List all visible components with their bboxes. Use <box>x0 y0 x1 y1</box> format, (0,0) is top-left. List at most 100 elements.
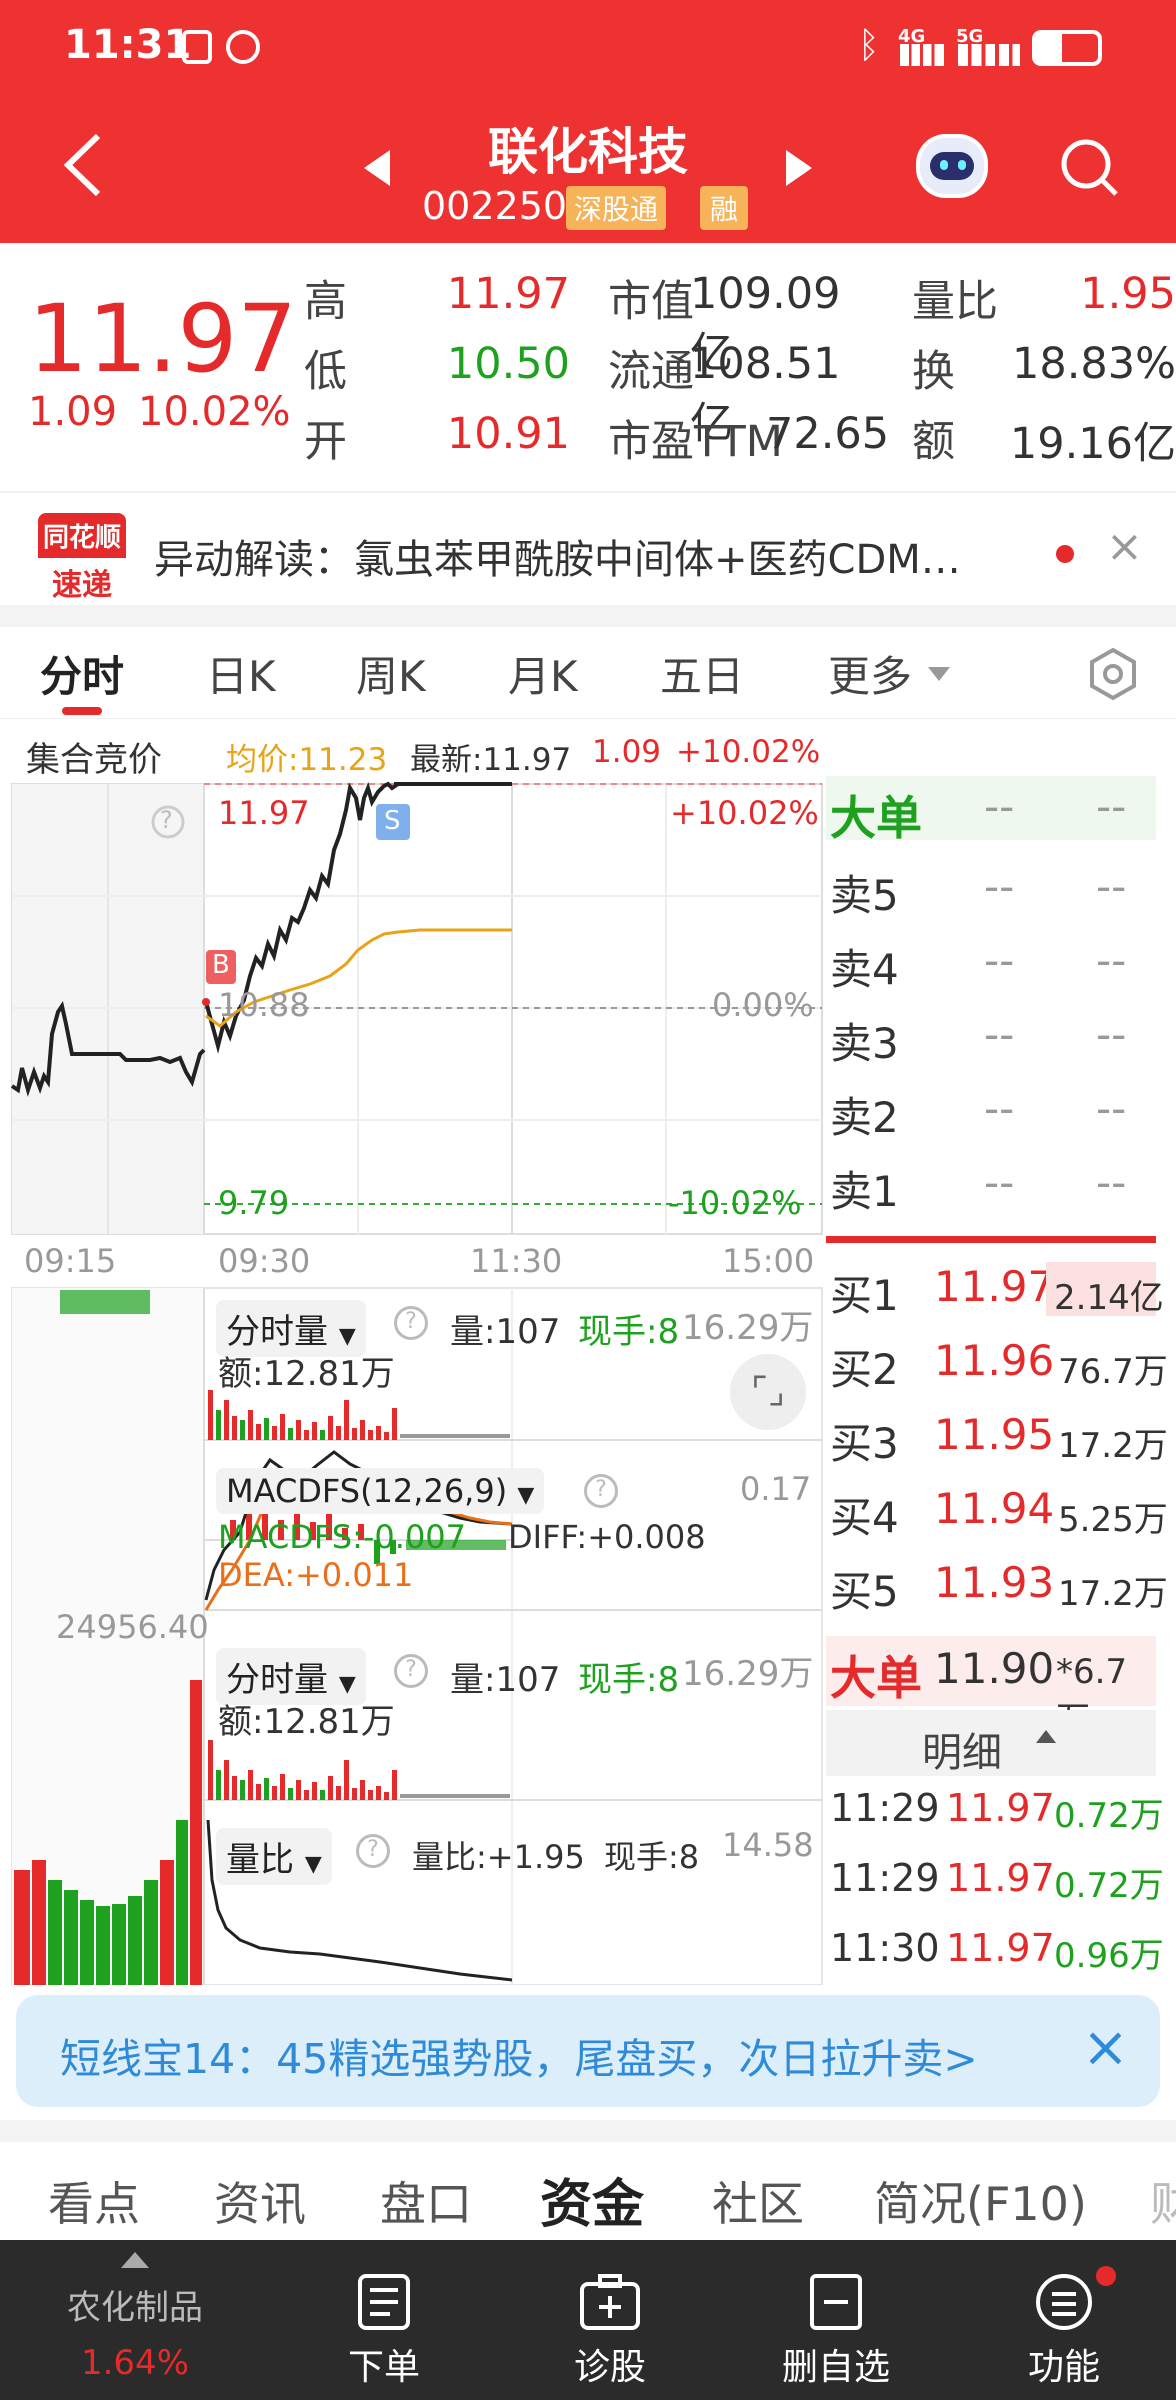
ask-volume: -- <box>1096 1010 1127 1059</box>
nav-order[interactable]: 下单 <box>294 2240 474 2400</box>
tab-daily-k[interactable]: 日K <box>206 643 276 704</box>
bid-label: 买5 <box>830 1567 899 1616</box>
chart-info-line: 集合竞价 均价:11.23 最新:11.97 1.09 +10.02% <box>0 728 821 780</box>
last-price: 11.97 <box>28 285 298 394</box>
expand-up-icon <box>121 2252 149 2268</box>
sub2-selector[interactable]: 分时量 ▼ <box>216 1648 366 1705</box>
bid-volume: 2.14亿 <box>1054 1278 1164 1318</box>
bid-price: 11.97 <box>934 1262 1055 1311</box>
order-document-icon <box>358 2274 410 2330</box>
tab-orderbook[interactable]: 盘口 <box>380 2168 472 2234</box>
ask-price: -- <box>984 936 1015 985</box>
detail-header[interactable]: 明细 <box>826 1710 1156 1776</box>
header-change: 1.09 <box>592 734 662 770</box>
bid-price: 11.93 <box>934 1558 1055 1607</box>
big-order-row-2[interactable]: 大单 11.90 *6.7万 <box>826 1636 1156 1740</box>
dropdown-icon: ▼ <box>338 1672 356 1697</box>
open-value: 10.91 <box>446 409 570 459</box>
sub2-selector-label: 分时量 <box>226 1660 328 1700</box>
banner-close-button[interactable]: × <box>1082 2015 1129 2080</box>
back-button[interactable] <box>60 130 108 200</box>
big-order-row[interactable]: 大单 -- -- <box>826 776 1156 845</box>
tab-news[interactable]: 资讯 <box>214 2168 306 2234</box>
status-time: 11:31 <box>64 22 192 68</box>
app-header: 11:31 ᛒ 4G 5G 联化科技 002250 深股通 融 <box>0 0 1176 243</box>
dropdown-icon: ▼ <box>304 1852 322 1877</box>
bid-volume: 5.25万 <box>1058 1500 1168 1540</box>
margin-badge: 融 <box>700 186 749 230</box>
connect-badge: 深股通 <box>566 186 667 230</box>
ask-volume: -- <box>1096 936 1127 985</box>
robot-assistant-icon[interactable] <box>916 134 988 198</box>
quote-panel: 11.97 1.09 10.02% 高 11.97 市值 109.09亿 量比 … <box>0 243 1176 491</box>
detail-price: 11.97 <box>946 1926 1055 1970</box>
tab-five-day[interactable]: 五日 <box>660 643 744 704</box>
alarm-icon <box>226 30 260 64</box>
sub1-selector[interactable]: 分时量 ▼ <box>216 1300 366 1357</box>
spread-divider <box>826 1236 1156 1243</box>
sub1-selector-label: 分时量 <box>226 1312 328 1352</box>
section-divider <box>0 2120 1176 2142</box>
alert-text: 异动解读：氯虫苯甲酰胺中间体+医药CDM… <box>154 537 961 583</box>
tab-profile-f10[interactable]: 简况(F10) <box>874 2168 1087 2234</box>
search-button[interactable] <box>1058 136 1120 198</box>
bid-volume: 76.7万 <box>1058 1352 1168 1392</box>
promo-banner[interactable]: 短线宝14：45精选强势股，尾盘买，次日拉升卖> × <box>16 1995 1160 2107</box>
tab-more[interactable]: 更多 <box>828 643 912 704</box>
chart-settings-button[interactable] <box>1086 647 1140 701</box>
tab-funds[interactable]: 资金 <box>540 2162 644 2237</box>
nav-diagnose-label: 诊股 <box>573 2347 646 2388</box>
tab-community[interactable]: 社区 <box>712 2168 804 2234</box>
signal-icon-1 <box>900 44 944 66</box>
alert-close-button[interactable]: × <box>1106 521 1143 572</box>
tab-weekly-k[interactable]: 周K <box>356 643 426 704</box>
auction-label: 集合竞价 <box>26 740 162 780</box>
bid-price: 11.94 <box>934 1484 1055 1533</box>
bid-label: 买3 <box>830 1419 899 1468</box>
prev-stock-button[interactable] <box>364 150 390 186</box>
expand-chart-button[interactable]: ⌜⌟ <box>730 1354 806 1430</box>
volume-ratio-value: 1.95 <box>1080 269 1176 319</box>
volume-bars-1 <box>208 1390 510 1440</box>
bid-volume: 17.2万 <box>1058 1574 1168 1614</box>
nav-remove-watchlist[interactable]: 删自选 <box>746 2240 926 2400</box>
detail-volume: 0.72万 <box>1054 1796 1164 1836</box>
detail-time: 11:29 <box>830 1786 940 1830</box>
nav-functions-label: 功能 <box>1027 2347 1100 2388</box>
bluetooth-icon: ᛒ <box>858 25 880 66</box>
tab-highlights[interactable]: 看点 <box>48 2168 140 2234</box>
section-divider <box>0 605 1176 627</box>
nav-functions[interactable]: 功能 <box>974 2240 1154 2400</box>
news-alert[interactable]: 同花顺 速递 异动解读：氯虫苯甲酰胺中间体+医药CDM… × <box>0 491 1176 613</box>
volume-ratio-label: 量比 <box>912 277 998 327</box>
macd-selector-label: MACDFS(12,26,9) <box>226 1472 508 1510</box>
bid-label: 买1 <box>830 1271 899 1320</box>
ask-label: 卖5 <box>830 871 899 920</box>
tab-active-indicator <box>62 707 102 715</box>
next-stock-button[interactable] <box>786 150 812 186</box>
ask-volume: -- <box>1096 862 1127 911</box>
signal-icon-2 <box>958 44 1020 66</box>
stock-title: 联化科技 <box>488 123 688 181</box>
tab-financials[interactable]: 财 <box>1150 2168 1176 2234</box>
sector-pct: 1.64% <box>80 2343 189 2383</box>
banner-text: 短线宝14：45精选强势股，尾盘买，次日拉升卖> <box>60 2035 978 2083</box>
detail-price: 11.97 <box>946 1786 1055 1830</box>
header-change-pct: +10.02% <box>676 734 821 770</box>
low-label: 低 <box>304 347 347 397</box>
intraday-chart[interactable] <box>0 780 830 1985</box>
notification-dot <box>1096 2266 1116 2286</box>
tab-monthly-k[interactable]: 月K <box>508 643 578 704</box>
bid-price: 11.96 <box>934 1336 1055 1385</box>
search-icon <box>1061 139 1118 196</box>
macd-selector[interactable]: MACDFS(12,26,9) ▼ <box>216 1468 545 1514</box>
chart-tabs: 分时 日K 周K 月K 五日 更多 <box>0 627 1176 719</box>
stock-code: 002250 <box>422 184 568 228</box>
sub3-selector[interactable]: 量比 ▼ <box>216 1828 332 1885</box>
float-cap-label: 流通 <box>608 347 694 397</box>
ask-price: -- <box>984 1010 1015 1059</box>
nav-diagnose[interactable]: 诊股 <box>520 2240 700 2400</box>
dropdown-icon: ▼ <box>338 1324 356 1349</box>
tab-intraday[interactable]: 分时 <box>40 643 124 704</box>
sector-indicator[interactable]: 农化制品 1.64% <box>40 2240 230 2400</box>
